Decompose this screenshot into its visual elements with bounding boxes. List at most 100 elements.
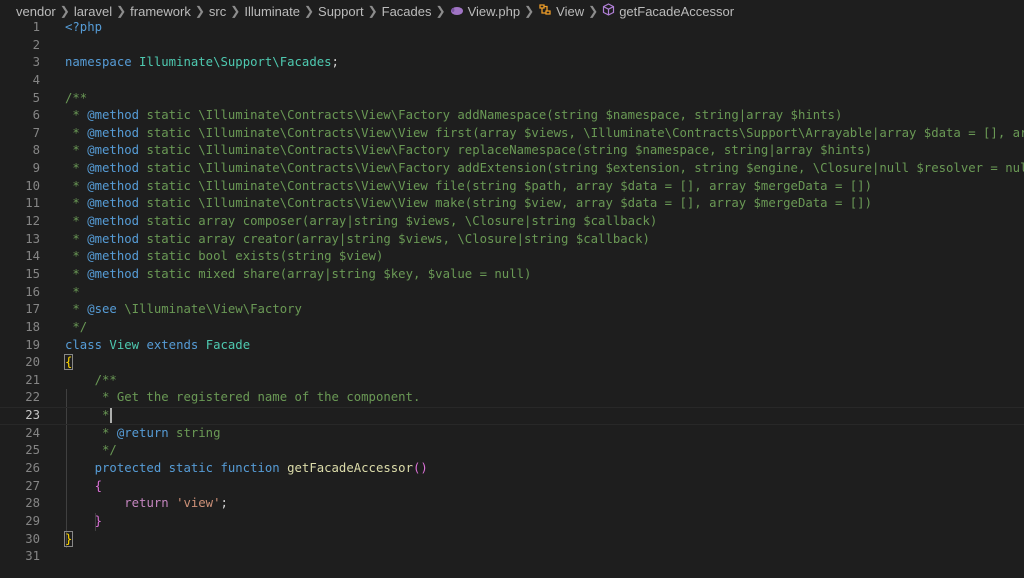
code-line[interactable]: 25 */: [0, 442, 1024, 460]
code-token: * Get the registered name of the compone…: [65, 390, 421, 405]
code-line[interactable]: 11 * @method static \Illuminate\Contract…: [0, 195, 1024, 213]
code-line[interactable]: 5 /**: [0, 90, 1024, 108]
code-line[interactable]: 13 * @method static array creator(array|…: [0, 231, 1024, 249]
code-line[interactable]: 7 * @method static \Illuminate\Contracts…: [0, 125, 1024, 143]
chevron-right-icon: ❯: [435, 4, 446, 18]
code-line[interactable]: 23 *: [0, 407, 1024, 425]
code-token: @method: [87, 143, 140, 158]
code-text[interactable]: }: [63, 530, 74, 549]
breadcrumb-item-illuminate[interactable]: Illuminate: [244, 4, 300, 19]
code-line[interactable]: 16 *: [0, 284, 1024, 302]
code-token: static \Illuminate\Contracts\View\Factor…: [139, 161, 1024, 176]
code-text[interactable]: * @method static \Illuminate\Contracts\V…: [65, 195, 872, 213]
code-token: namespace: [65, 55, 140, 70]
code-text[interactable]: * @method static \Illuminate\Contracts\V…: [65, 142, 872, 160]
code-line[interactable]: 29 }: [0, 513, 1024, 531]
code-line[interactable]: 2: [0, 37, 1024, 55]
code-text[interactable]: /**: [65, 372, 117, 390]
line-number: 5: [32, 90, 40, 105]
line-number: 29: [25, 513, 40, 528]
code-text[interactable]: }: [65, 513, 102, 531]
code-line[interactable]: 14 * @method static bool exists(string $…: [0, 248, 1024, 266]
code-token: *: [65, 108, 88, 123]
code-text[interactable]: * @method static \Illuminate\Contracts\V…: [65, 178, 872, 196]
code-text[interactable]: * @see \Illuminate\View\Factory: [65, 301, 302, 319]
code-line[interactable]: 31: [0, 548, 1024, 566]
code-token: @see: [87, 302, 117, 317]
line-number: 25: [25, 443, 40, 458]
code-token: }: [63, 530, 74, 547]
code-text[interactable]: * @method static array composer(array|st…: [65, 213, 657, 231]
code-token: static bool exists(string $view): [139, 249, 384, 264]
line-number: 9: [32, 161, 40, 176]
code-line[interactable]: 27 {: [0, 478, 1024, 496]
code-text[interactable]: * @method static \Illuminate\Contracts\V…: [65, 125, 1024, 143]
code-line[interactable]: 18 */: [0, 319, 1024, 337]
code-line[interactable]: 24 * @return string: [0, 425, 1024, 443]
code-token: *: [65, 266, 88, 281]
chevron-right-icon: ❯: [194, 4, 205, 18]
breadcrumb-item-file[interactable]: View.php: [450, 4, 520, 19]
code-text[interactable]: *: [65, 284, 79, 302]
code-token: (): [412, 461, 428, 476]
code-line[interactable]: 17 * @see \Illuminate\View\Factory: [0, 301, 1024, 319]
code-text[interactable]: * @method static mixed share(array|strin…: [65, 266, 531, 284]
code-line[interactable]: 8 * @method static \Illuminate\Contracts…: [0, 142, 1024, 160]
code-line[interactable]: 1 <?php: [0, 19, 1024, 37]
code-text[interactable]: * @method static \Illuminate\Contracts\V…: [65, 160, 1024, 178]
code-line[interactable]: 26 protected static function getFacadeAc…: [0, 460, 1024, 478]
breadcrumb-item-laravel[interactable]: laravel: [74, 4, 112, 19]
line-number: 6: [32, 108, 40, 123]
code-line[interactable]: 4: [0, 72, 1024, 90]
code-token: @method: [87, 214, 140, 229]
code-text[interactable]: * @method static bool exists(string $vie…: [65, 248, 383, 266]
code-text[interactable]: protected static function getFacadeAcces…: [65, 460, 428, 478]
code-text[interactable]: */: [65, 442, 117, 460]
code-line[interactable]: 10 * @method static \Illuminate\Contract…: [0, 178, 1024, 196]
code-editor[interactable]: 1 <?php 2 3 namespace Illuminate\Support\Fac…: [0, 19, 1024, 578]
code-text[interactable]: class View extends Facade: [65, 337, 250, 355]
breadcrumb-item-support[interactable]: Support: [318, 4, 364, 19]
code-token: *: [65, 249, 88, 264]
code-line[interactable]: 3 namespace Illuminate\Support\Facades;: [0, 54, 1024, 72]
code-line[interactable]: 22 * Get the registered name of the comp…: [0, 389, 1024, 407]
code-text[interactable]: {: [63, 354, 74, 372]
code-line[interactable]: 21 /**: [0, 372, 1024, 390]
code-text[interactable]: /**: [65, 90, 87, 108]
code-text[interactable]: {: [65, 478, 102, 496]
code-text[interactable]: <?php: [65, 19, 102, 37]
code-line[interactable]: 12 * @method static array composer(array…: [0, 213, 1024, 231]
breadcrumb-item-src[interactable]: src: [209, 4, 226, 19]
code-text[interactable]: * @method static array creator(array|str…: [65, 231, 650, 249]
breadcrumb-item-vendor[interactable]: vendor: [16, 4, 56, 19]
breadcrumb-item-framework[interactable]: framework: [130, 4, 191, 19]
breadcrumb-item-method[interactable]: getFacadeAccessor: [602, 3, 734, 19]
line-number: 23: [25, 408, 40, 423]
code-line[interactable]: 19 class View extends Facade: [0, 337, 1024, 355]
code-text[interactable]: * Get the registered name of the compone…: [65, 389, 420, 407]
line-number: 31: [25, 549, 40, 564]
code-text[interactable]: namespace Illuminate\Support\Facades;: [65, 54, 339, 72]
code-text[interactable]: * @method static \Illuminate\Contracts\V…: [65, 107, 842, 125]
line-number: 22: [25, 390, 40, 405]
breadcrumb-item-class[interactable]: View: [538, 3, 584, 19]
code-token: extends: [139, 337, 206, 352]
code-line[interactable]: 6 * @method static \Illuminate\Contracts…: [0, 107, 1024, 125]
code-text[interactable]: * @return string: [65, 425, 220, 443]
code-token: */: [65, 443, 117, 458]
code-token: *: [65, 425, 117, 440]
code-text[interactable]: return 'view';: [65, 495, 228, 513]
code-token: <?php: [65, 20, 103, 34]
code-line[interactable]: 15 * @method static mixed share(array|st…: [0, 266, 1024, 284]
code-line[interactable]: 20 {: [0, 354, 1024, 372]
line-number: 3: [32, 55, 40, 70]
code-line[interactable]: 9 * @method static \Illuminate\Contracts…: [0, 160, 1024, 178]
line-number: 10: [25, 178, 40, 193]
code-text[interactable]: *: [65, 407, 113, 425]
code-line[interactable]: 28 return 'view';: [0, 495, 1024, 513]
line-number: 4: [32, 72, 40, 87]
breadcrumb-item-facades[interactable]: Facades: [382, 4, 432, 19]
code-line[interactable]: 30}: [0, 530, 1024, 549]
code-token: {: [94, 478, 103, 493]
code-text[interactable]: */: [65, 319, 87, 337]
